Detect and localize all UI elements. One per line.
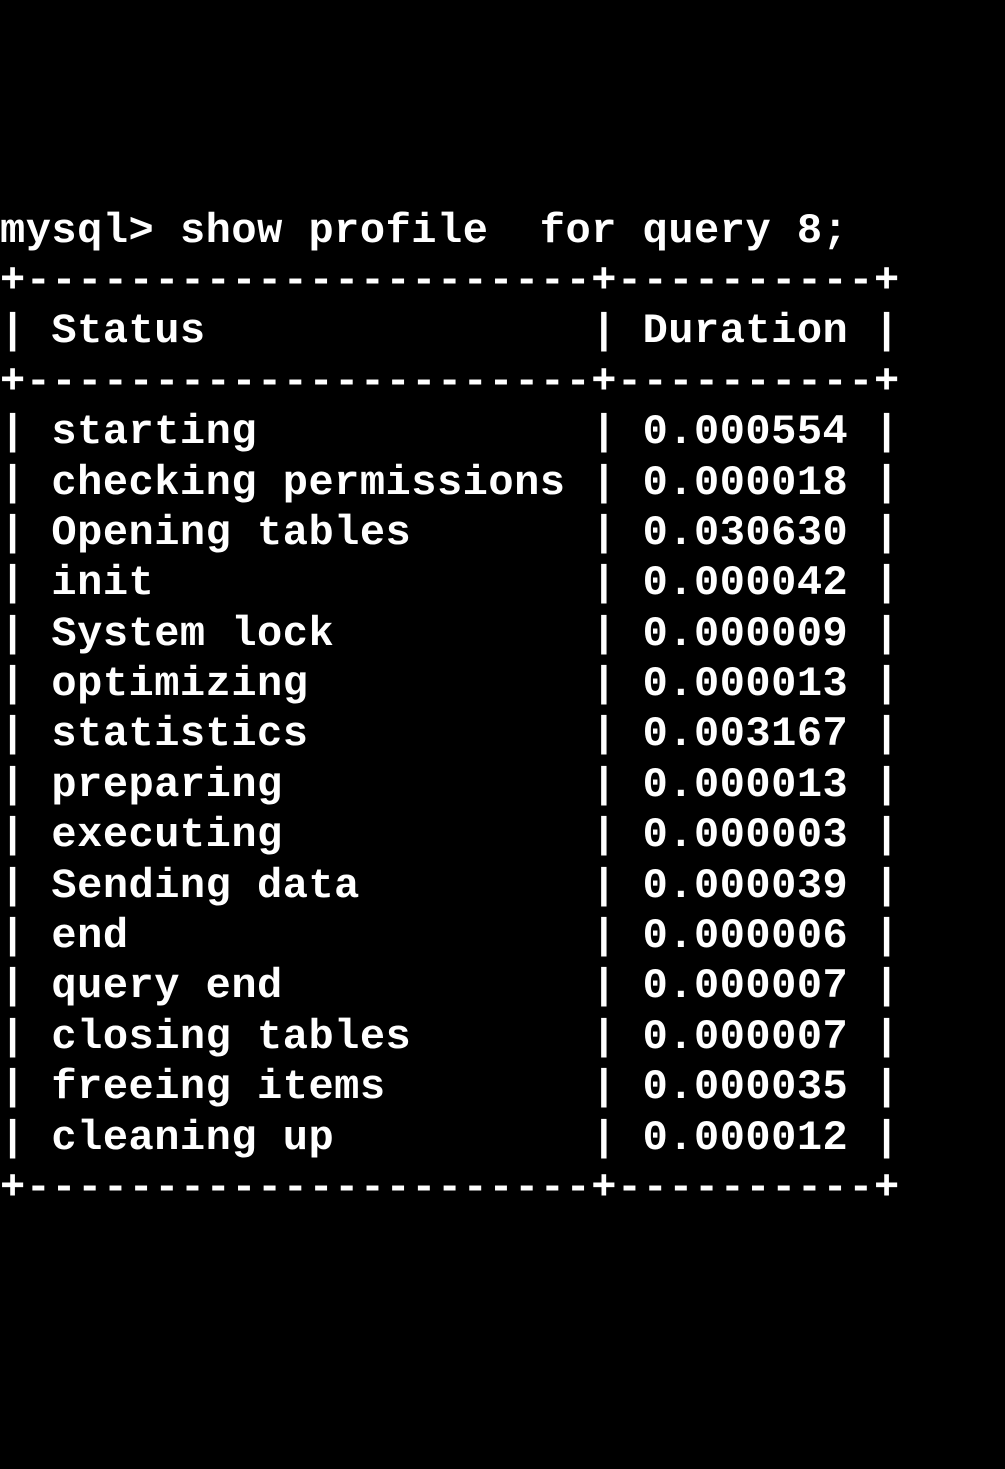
sql-command: show profile for query 8; (180, 207, 848, 255)
table-header-row: | Status | Duration | (0, 307, 900, 355)
table-border-header: +----------------------+----------+ (0, 358, 900, 406)
table-border-bottom: +----------------------+----------+ (0, 1164, 900, 1212)
mysql-prompt: mysql> (0, 207, 154, 255)
prompt-line: mysql> show profile for query 8; (0, 207, 848, 255)
terminal-output: mysql> show profile for query 8; +------… (0, 206, 1005, 1214)
table-body: | starting | 0.000554 | | checking permi… (0, 408, 900, 1161)
table-border-top: +----------------------+----------+ (0, 257, 900, 305)
